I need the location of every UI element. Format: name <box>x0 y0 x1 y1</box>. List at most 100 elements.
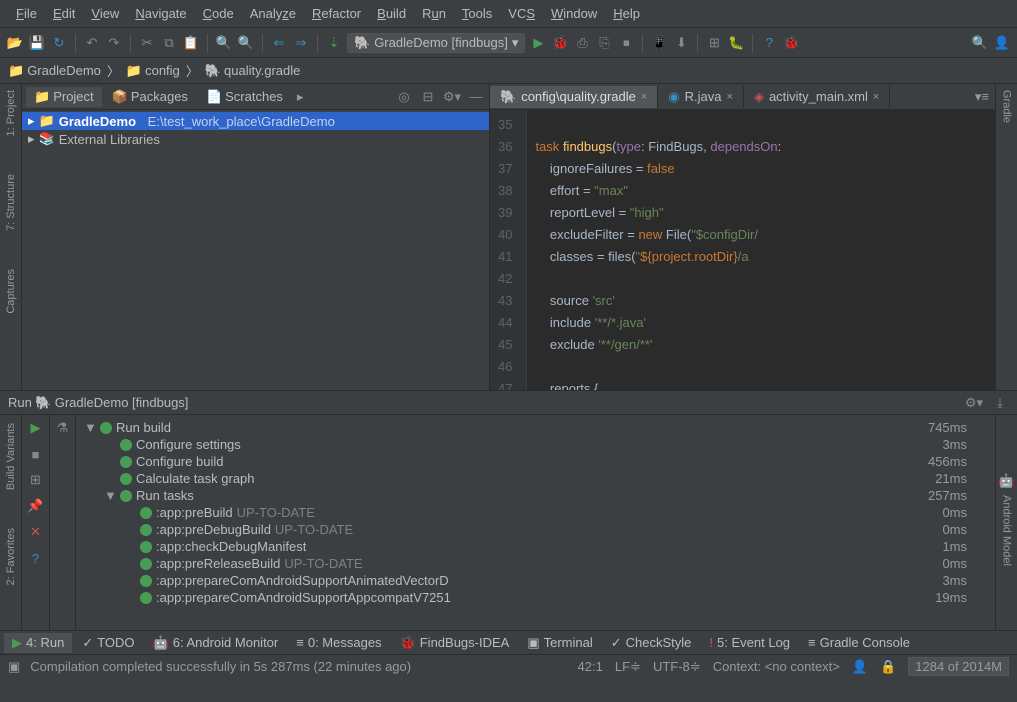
run-tree-row[interactable]: Calculate task graph21ms <box>76 470 995 487</box>
close-icon[interactable]: × <box>641 91 647 103</box>
status-lock-icon[interactable]: 🔒 <box>880 659 896 675</box>
scroll-from-source-icon[interactable]: ◎ <box>395 88 413 106</box>
run-tree-row[interactable]: Configure settings3ms <box>76 436 995 453</box>
debug-icon[interactable]: 🐞 <box>551 34 569 52</box>
project-tree-external-libs[interactable]: ▸ 📚 External Libraries <box>22 130 489 148</box>
editor-tab-r-java[interactable]: ◉R.java× <box>658 86 744 108</box>
user-icon[interactable]: 👤 <box>993 34 1011 52</box>
findbugs-icon[interactable]: 🐛 <box>727 34 745 52</box>
tab-captures[interactable]: Captures <box>5 265 17 318</box>
tab-event-log[interactable]: ! 5: Event Log <box>701 633 798 652</box>
run-tree-row[interactable]: ▼Run tasks257ms <box>76 487 995 504</box>
status-caret-pos[interactable]: 42:1 <box>578 659 603 674</box>
attach-icon[interactable]: ⎘ <box>595 34 613 52</box>
copy-icon[interactable]: ⧉ <box>160 34 178 52</box>
tabs-dropdown-icon[interactable]: ▾≡ <box>969 89 995 105</box>
undo-icon[interactable]: ↶ <box>83 34 101 52</box>
code-content[interactable]: task findbugs(type: FindBugs, dependsOn:… <box>527 110 995 390</box>
menu-edit[interactable]: Edit <box>45 2 83 25</box>
run-tree-row[interactable]: :app:checkDebugManifest1ms <box>76 538 995 555</box>
layout-icon[interactable]: ⊞ <box>705 34 723 52</box>
profile-icon[interactable]: ⎙ <box>573 34 591 52</box>
help-icon[interactable]: ? <box>27 549 45 567</box>
run-config-selector[interactable]: 🐘 GradleDemo [findbugs] ▾ <box>347 33 525 53</box>
rerun-icon[interactable]: ▶ <box>27 419 45 437</box>
run-icon[interactable]: ▶ <box>529 34 547 52</box>
run-tree-row[interactable]: :app:preDebugBuild UP-TO-DATE0ms <box>76 521 995 538</box>
editor-tab-quality-gradle[interactable]: 🐘config\quality.gradle× <box>490 86 658 108</box>
project-tab-scratches[interactable]: 📄 Scratches <box>198 87 291 107</box>
replace-icon[interactable]: 🔍 <box>237 34 255 52</box>
tab-android-model[interactable]: Android Model <box>1001 489 1013 572</box>
layout-icon[interactable]: ⊞ <box>27 471 45 489</box>
open-icon[interactable]: 📂 <box>6 34 24 52</box>
menu-help[interactable]: Help <box>605 2 648 25</box>
run-tree-row[interactable]: :app:preReleaseBuild UP-TO-DATE0ms <box>76 555 995 572</box>
sync-icon[interactable]: ↻ <box>50 34 68 52</box>
menu-run[interactable]: Run <box>414 2 454 25</box>
menu-file[interactable]: File <box>8 2 45 25</box>
project-tab-project[interactable]: 📁 Project <box>26 87 102 107</box>
close-icon[interactable]: × <box>727 91 733 103</box>
paste-icon[interactable]: 📋 <box>182 34 200 52</box>
tab-checkstyle[interactable]: ✓ CheckStyle <box>603 633 700 653</box>
status-memory[interactable]: 1284 of 2014M <box>908 657 1009 676</box>
find-icon[interactable]: 🔍 <box>215 34 233 52</box>
menu-analyze[interactable]: Analyze <box>242 2 304 25</box>
status-line-sep[interactable]: LF≑ <box>615 659 641 675</box>
breadcrumb-root[interactable]: 📁GradleDemo <box>8 63 101 79</box>
menu-vcs[interactable]: VCS <box>500 2 543 25</box>
bug-report-icon[interactable]: 🐞 <box>782 34 800 52</box>
menu-tools[interactable]: Tools <box>454 2 500 25</box>
menu-build[interactable]: Build <box>369 2 414 25</box>
back-icon[interactable]: ⇐ <box>270 34 288 52</box>
search-icon[interactable]: 🔍 <box>971 34 989 52</box>
hide-icon[interactable]: ⤓ <box>991 394 1009 412</box>
status-toggle-icon[interactable]: ▣ <box>8 659 20 675</box>
tab-findbugs[interactable]: 🐞 FindBugs-IDEA <box>392 633 518 653</box>
chevron-right-icon[interactable]: ▸ <box>293 89 308 105</box>
close-icon[interactable]: × <box>873 91 879 103</box>
close-icon[interactable]: ✕ <box>27 523 45 541</box>
project-tab-packages[interactable]: 📦 Packages <box>104 87 196 107</box>
tab-favorites[interactable]: 2: Favorites <box>5 524 17 589</box>
hide-icon[interactable]: — <box>467 88 485 106</box>
tab-build-variants[interactable]: Build Variants <box>5 419 17 494</box>
run-build-tree[interactable]: ▼Run build745msConfigure settings3msConf… <box>76 415 995 630</box>
filter-icon[interactable]: ⚗ <box>54 419 72 437</box>
run-tree-row[interactable]: :app:prepareComAndroidSupportAnimatedVec… <box>76 572 995 589</box>
status-encoding[interactable]: UTF-8≑ <box>653 659 701 675</box>
breadcrumb-file[interactable]: 🐘quality.gradle <box>205 63 301 79</box>
status-inspect-icon[interactable]: 👤 <box>852 659 868 675</box>
stop-icon[interactable]: ⏹ <box>617 34 635 52</box>
status-context[interactable]: Context: <no context> <box>713 659 840 674</box>
make-icon[interactable]: ⇣ <box>325 34 343 52</box>
tab-structure[interactable]: 7: Structure <box>5 170 17 235</box>
tab-project[interactable]: 1: Project <box>5 86 17 140</box>
forward-icon[interactable]: ⇒ <box>292 34 310 52</box>
menu-window[interactable]: Window <box>543 2 605 25</box>
tab-todo[interactable]: ✓ TODO <box>74 633 142 653</box>
save-icon[interactable]: 💾 <box>28 34 46 52</box>
settings-icon[interactable]: ⚙▾ <box>965 394 983 412</box>
run-tree-row[interactable]: :app:prepareComAndroidSupportAppcompatV7… <box>76 589 995 606</box>
run-tree-row[interactable]: :app:preBuild UP-TO-DATE0ms <box>76 504 995 521</box>
avd-icon[interactable]: 📱 <box>650 34 668 52</box>
collapse-all-icon[interactable]: ⊟ <box>419 88 437 106</box>
run-tree-row[interactable]: ▼Run build745ms <box>76 419 995 436</box>
run-tree-row[interactable]: Configure build456ms <box>76 453 995 470</box>
menu-navigate[interactable]: Navigate <box>127 2 194 25</box>
tab-gradle-console[interactable]: ≡ Gradle Console <box>800 633 918 652</box>
menu-view[interactable]: View <box>83 2 127 25</box>
settings-icon[interactable]: ⚙▾ <box>443 88 461 106</box>
tab-gradle[interactable]: Gradle <box>1001 84 1013 129</box>
pin-icon[interactable]: 📌 <box>27 497 45 515</box>
tab-terminal[interactable]: ▣ Terminal <box>519 633 600 653</box>
code-area[interactable]: 35363738394041424344454647 task findbugs… <box>490 110 995 390</box>
project-tree-root[interactable]: ▸ 📁 GradleDemo E:\test_work_place\Gradle… <box>22 112 489 130</box>
editor-tab-activity-main[interactable]: ◈activity_main.xml× <box>744 86 890 108</box>
stop-icon[interactable]: ■ <box>27 445 45 463</box>
tab-run[interactable]: ▶4: Run <box>4 633 72 653</box>
breadcrumb-folder[interactable]: 📁config <box>126 63 180 79</box>
sdk-icon[interactable]: ⬇ <box>672 34 690 52</box>
